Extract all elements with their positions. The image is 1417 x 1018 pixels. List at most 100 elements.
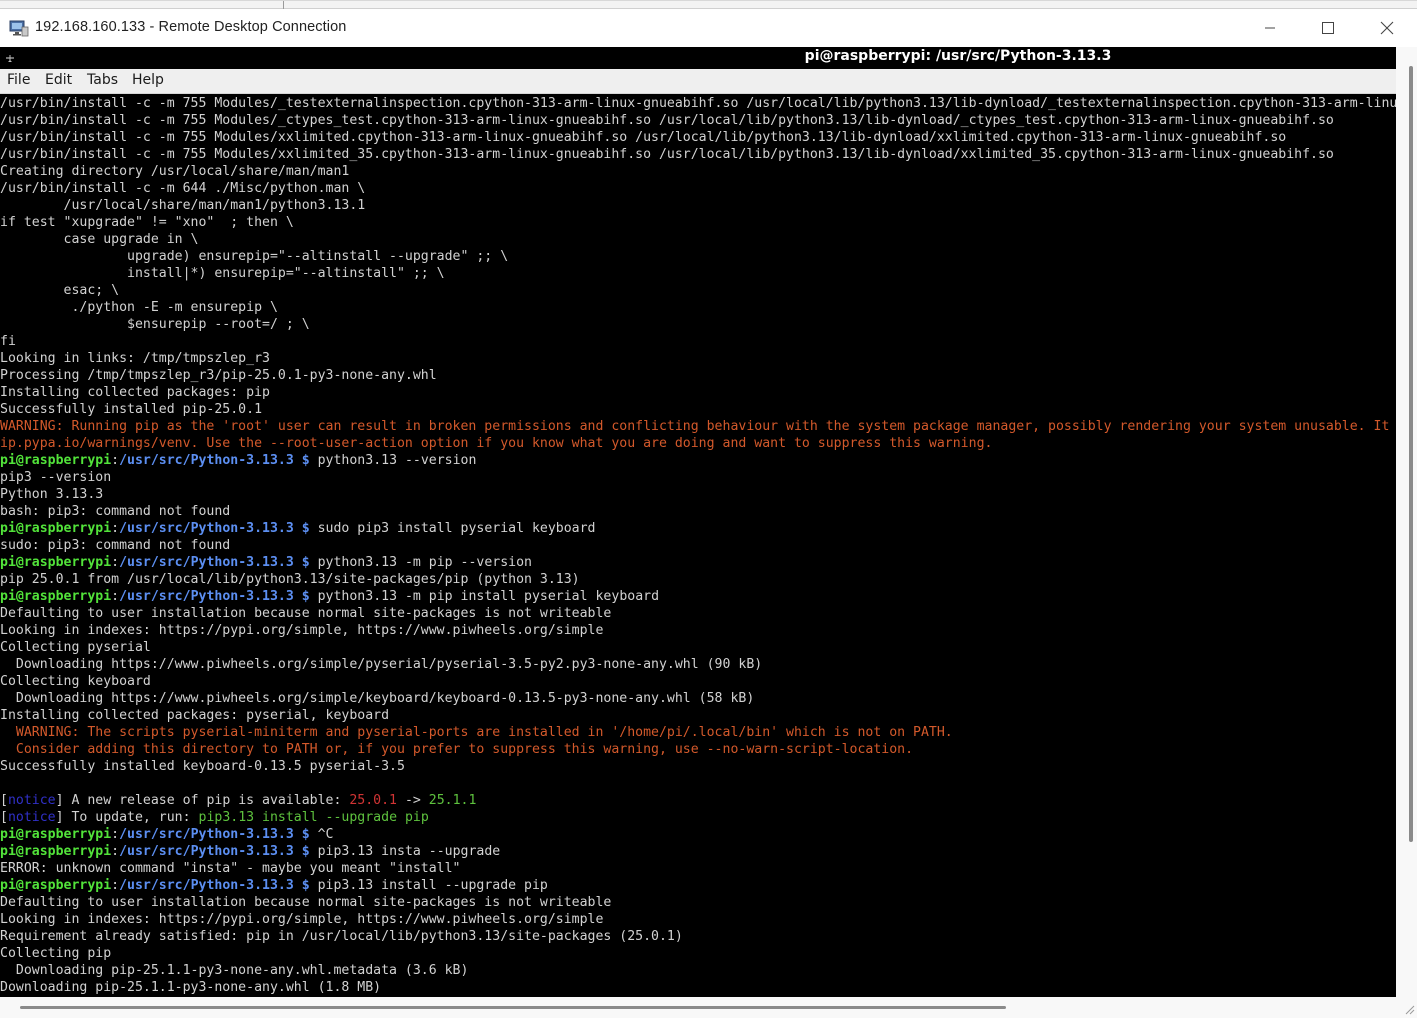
- terminal-line: pi@raspberrypi:/usr/src/Python-3.13.3 $ …: [0, 843, 500, 860]
- terminal-line: /usr/bin/install -c -m 644 ./Misc/python…: [0, 180, 365, 197]
- line-segment: pip3.13 install --upgrade pip: [198, 810, 429, 825]
- prompt-path: /usr/src/Python-3.13.3 $: [119, 827, 310, 842]
- line-segment: ./python -E -m ensurepip \: [0, 300, 278, 315]
- terminal-line: Looking in indexes: https://pypi.org/sim…: [0, 911, 603, 928]
- vertical-scrollbar[interactable]: [1396, 47, 1417, 997]
- line-segment: Defaulting to user installation because …: [0, 606, 612, 621]
- line-segment: Looking in indexes: https://pypi.org/sim…: [0, 912, 604, 927]
- vertical-scroll-thumb[interactable]: [1409, 66, 1413, 842]
- menu-edit[interactable]: Edit: [45, 72, 72, 88]
- line-segment: install|*) ensurepip="--altinstall" ;; \: [0, 266, 445, 281]
- terminal-line: Collecting keyboard: [0, 673, 151, 690]
- horizontal-scroll-thumb[interactable]: [20, 1006, 1006, 1009]
- terminal-line: WARNING: The scripts pyserial-miniterm a…: [0, 724, 953, 741]
- line-segment: :: [111, 555, 120, 570]
- line-segment: ] A new release of pip is available:: [55, 793, 350, 808]
- line-segment: if test "xupgrade" != "xno" ; then \: [0, 215, 294, 230]
- line-segment: :: [111, 878, 120, 893]
- menu-file[interactable]: File: [7, 72, 30, 88]
- terminal-line: Creating directory /usr/local/share/man/…: [0, 163, 349, 180]
- line-segment: Downloading https://www.piwheels.org/sim…: [0, 691, 755, 706]
- terminal-line: Successfully installed pip-25.0.1: [0, 401, 262, 418]
- prompt-user: pi@raspberrypi: [0, 844, 112, 859]
- line-segment: [: [0, 810, 8, 825]
- line-segment: 25.1.1: [428, 793, 477, 808]
- line-segment: python3.13 -m pip install pyserial keybo…: [309, 589, 660, 604]
- terminal-line: Collecting pip: [0, 945, 111, 962]
- line-segment: ^C: [309, 827, 334, 842]
- terminal-line: [notice] To update, run: pip3.13 install…: [0, 809, 429, 826]
- terminal-title: pi@raspberrypi: /usr/src/Python-3.13.3: [804, 48, 1112, 64]
- terminal-line: Collecting pyserial: [0, 639, 151, 656]
- line-segment: case upgrade in \: [0, 232, 199, 247]
- terminal-line: pi@raspberrypi:/usr/src/Python-3.13.3 $ …: [0, 452, 476, 469]
- line-segment: Python 3.13.3: [0, 487, 104, 502]
- line-segment: pip 25.0.1 from /usr/local/lib/python3.1…: [0, 572, 580, 587]
- resize-grip-icon[interactable]: [1403, 1003, 1415, 1015]
- taskbar-strip: [0, 1, 1417, 9]
- line-segment: Consider adding this directory to PATH o…: [0, 742, 914, 757]
- terminal-line: install|*) ensurepip="--altinstall" ;; \: [0, 265, 445, 282]
- line-segment: python3.13 --version: [309, 453, 477, 468]
- maximize-button[interactable]: [1305, 13, 1351, 43]
- line-segment: Successfully installed keyboard-0.13.5 p…: [0, 759, 405, 774]
- line-segment: [: [0, 793, 8, 808]
- prompt-user: pi@raspberrypi: [0, 589, 112, 604]
- terminal-line: Successfully installed keyboard-0.13.5 p…: [0, 758, 405, 775]
- minimize-button[interactable]: [1247, 13, 1293, 43]
- line-segment: fi: [0, 334, 16, 349]
- terminal-line: Python 3.13.3: [0, 486, 103, 503]
- terminal-output[interactable]: /usr/bin/install -c -m 755 Modules/_test…: [0, 94, 1396, 997]
- rdp-title-bar[interactable]: 192.168.160.133 - Remote Desktop Connect…: [0, 0, 1417, 47]
- line-segment: notice: [7, 793, 56, 808]
- prompt-path: /usr/src/Python-3.13.3 $: [119, 555, 310, 570]
- line-segment: :: [111, 844, 120, 859]
- terminal-line: Requirement already satisfied: pip in /u…: [0, 928, 683, 945]
- line-segment: Collecting keyboard: [0, 674, 151, 689]
- line-segment: Requirement already satisfied: pip in /u…: [0, 929, 683, 944]
- terminal-line: pip 25.0.1 from /usr/local/lib/python3.1…: [0, 571, 580, 588]
- line-segment: pip3.13 insta --upgrade: [309, 844, 501, 859]
- prompt-path: /usr/src/Python-3.13.3 $: [119, 878, 310, 893]
- terminal-line: Defaulting to user installation because …: [0, 605, 611, 622]
- terminal-line: ./python -E -m ensurepip \: [0, 299, 278, 316]
- terminal-line: WARNING: Running pip as the 'root' user …: [0, 418, 1396, 435]
- prompt-user: pi@raspberrypi: [0, 878, 112, 893]
- prompt-path: /usr/src/Python-3.13.3 $: [119, 453, 310, 468]
- line-segment: /usr/local/share/man/man1/python3.13.1: [0, 198, 366, 213]
- terminal-line: /usr/local/share/man/man1/python3.13.1: [0, 197, 366, 214]
- terminal-line: ip.pypa.io/warnings/venv. Use the --root…: [0, 435, 992, 452]
- terminal-line: /usr/bin/install -c -m 755 Modules/xxlim…: [0, 129, 1286, 146]
- terminal-line: Defaulting to user installation because …: [0, 894, 611, 911]
- line-segment: :: [111, 827, 120, 842]
- terminal-line: $ensurepip --root=/ ; \: [0, 316, 310, 333]
- terminal-line: fi: [0, 333, 16, 350]
- terminal-line: sudo: pip3: command not found: [0, 537, 230, 554]
- menu-tabs[interactable]: Tabs: [87, 72, 118, 88]
- prompt-path: /usr/src/Python-3.13.3 $: [119, 521, 310, 536]
- line-segment: Installing collected packages: pip: [0, 385, 270, 400]
- terminal-line: case upgrade in \: [0, 231, 199, 248]
- terminal-line: Downloading pip-25.1.1-py3-none-any.whl …: [0, 979, 381, 996]
- line-segment: ->: [397, 793, 429, 808]
- menu-help[interactable]: Help: [132, 72, 164, 88]
- terminal-line: Looking in indexes: https://pypi.org/sim…: [0, 622, 603, 639]
- line-segment: Defaulting to user installation because …: [0, 895, 612, 910]
- line-segment: Processing /tmp/tmpszlep_r3/pip-25.0.1-p…: [0, 368, 437, 383]
- close-button[interactable]: [1364, 13, 1410, 43]
- terminal-title-bar[interactable]: pi@raspberrypi: /usr/src/Python-3.13.3: [0, 47, 1396, 69]
- line-segment: Downloading pip-25.1.1-py3-none-any.whl.…: [0, 963, 469, 978]
- terminal-line: pip3 --version: [0, 469, 111, 486]
- remote-desktop-icon: [9, 20, 29, 37]
- prompt-user: pi@raspberrypi: [0, 521, 112, 536]
- line-segment: pip3 --version: [0, 470, 112, 485]
- prompt-path: /usr/src/Python-3.13.3 $: [119, 589, 310, 604]
- line-segment: Looking in indexes: https://pypi.org/sim…: [0, 623, 604, 638]
- terminal-line: pi@raspberrypi:/usr/src/Python-3.13.3 $ …: [0, 826, 334, 843]
- line-segment: ip.pypa.io/warnings/venv. Use the --root…: [0, 436, 993, 451]
- line-segment: sudo pip3 install pyserial keyboard: [309, 521, 596, 536]
- terminal-line: pi@raspberrypi:/usr/src/Python-3.13.3 $ …: [0, 588, 659, 605]
- strip-divider: [283, 1, 284, 9]
- line-segment: WARNING: The scripts pyserial-miniterm a…: [0, 725, 953, 740]
- line-segment: /usr/bin/install -c -m 755 Modules/xxlim…: [0, 130, 1287, 145]
